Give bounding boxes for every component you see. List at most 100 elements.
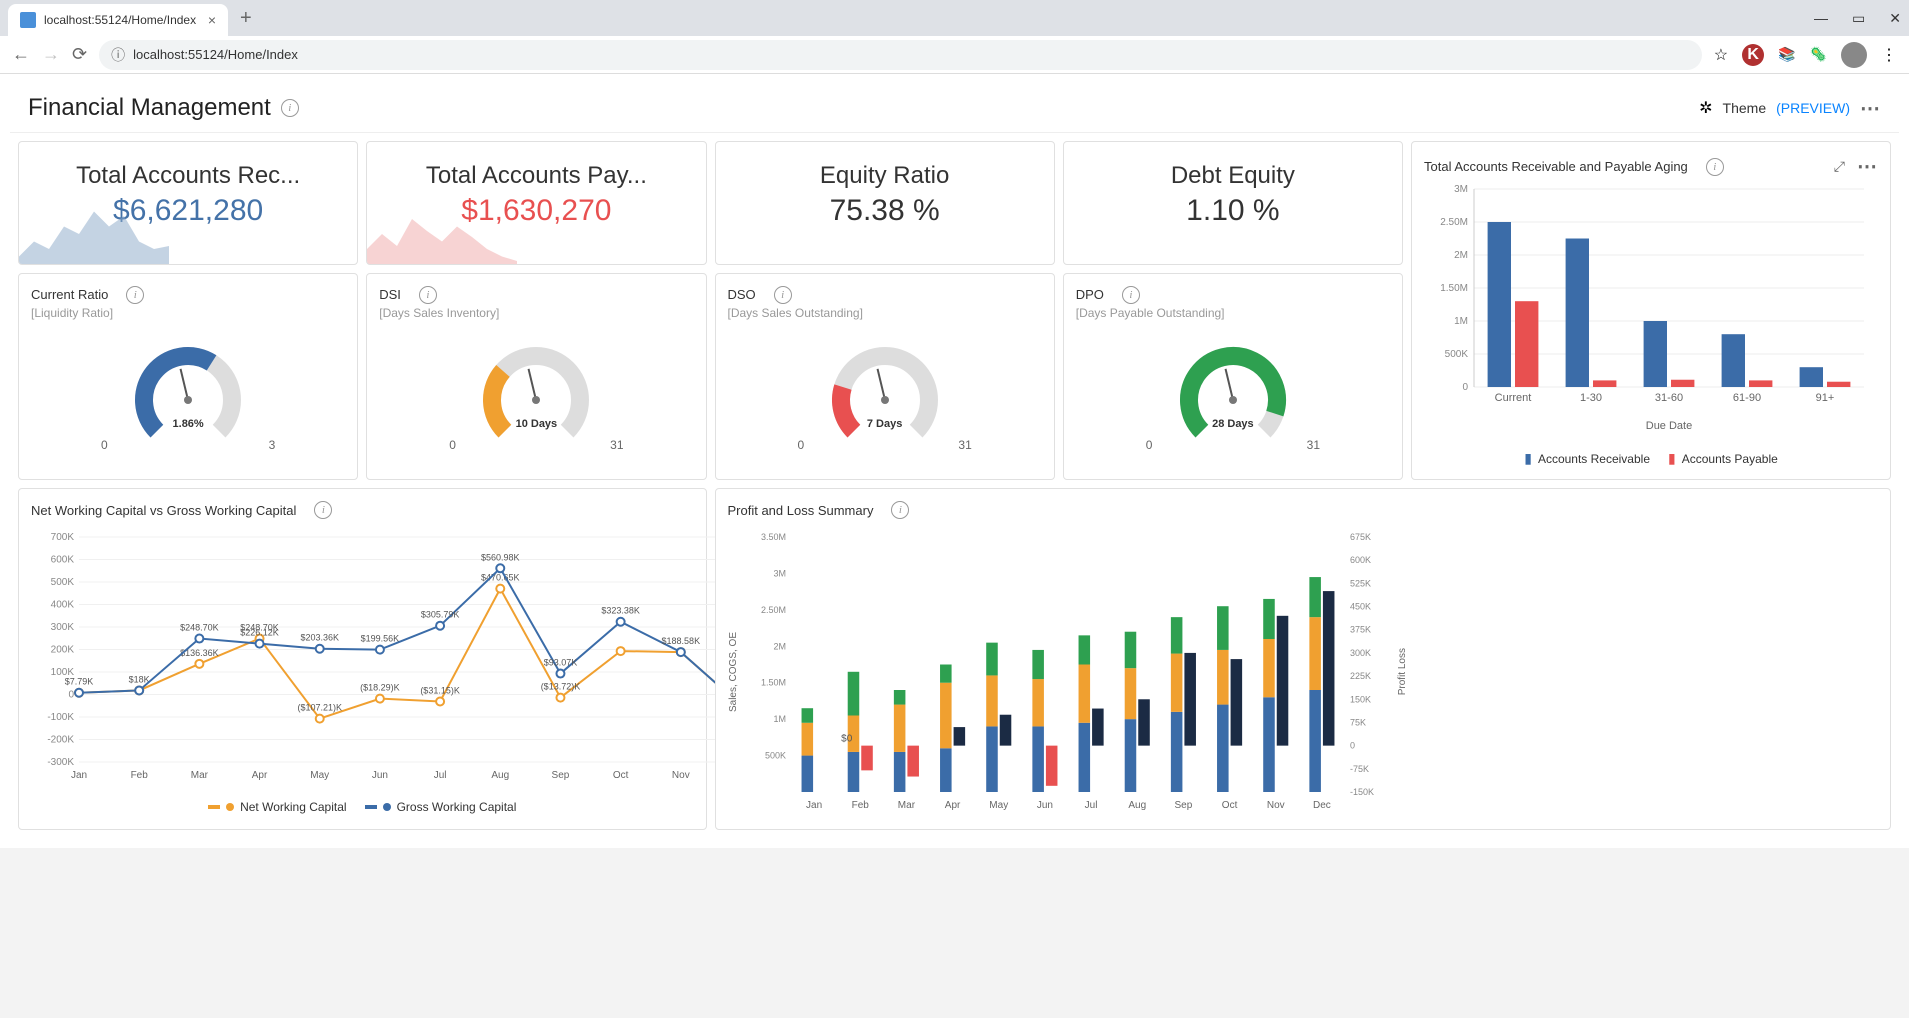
svg-text:0: 0 <box>1350 741 1355 751</box>
kpi-accounts-receivable[interactable]: Total Accounts Rec... $6,621,280 <box>18 141 358 265</box>
svg-text:375K: 375K <box>1350 625 1371 635</box>
kpi-value: 1.10 % <box>1074 194 1392 228</box>
svg-text:1M: 1M <box>1454 316 1468 327</box>
info-icon[interactable]: i <box>891 501 909 519</box>
legend-gwc: Gross Working Capital <box>365 800 517 814</box>
theme-gear-icon[interactable]: ✲ <box>1699 98 1712 118</box>
svg-text:2.50M: 2.50M <box>760 605 785 615</box>
svg-text:200K: 200K <box>51 645 75 656</box>
pl-ylabel-left: Sales, COGS, OE <box>728 632 739 712</box>
gauge-dsi: DSIi [Days Sales Inventory] 10 Days 031 <box>366 273 706 481</box>
svg-text:Jan: Jan <box>71 770 87 781</box>
info-icon[interactable]: i <box>1706 158 1724 176</box>
gauge-value: 28 Days <box>1076 418 1390 430</box>
info-icon[interactable]: i <box>419 286 437 304</box>
svg-text:Oct: Oct <box>613 770 629 781</box>
svg-text:$203.36K: $203.36K <box>300 633 339 643</box>
svg-text:Feb: Feb <box>131 770 149 781</box>
svg-text:Sep: Sep <box>1174 800 1192 811</box>
svg-text:450K: 450K <box>1350 602 1371 612</box>
info-icon[interactable]: i <box>126 286 144 304</box>
svg-text:$323.38K: $323.38K <box>601 606 640 616</box>
sparkline-ar <box>19 204 169 264</box>
svg-text:-150K: -150K <box>1350 787 1374 797</box>
svg-text:600K: 600K <box>1350 555 1371 565</box>
svg-text:-300K: -300K <box>47 757 74 768</box>
maximize-icon[interactable]: ▭ <box>1852 10 1865 27</box>
profile-avatar[interactable] <box>1841 42 1867 68</box>
svg-text:Jul: Jul <box>1084 800 1097 811</box>
more-options-icon[interactable]: ⋯ <box>1860 96 1881 121</box>
extension-k-icon[interactable]: K <box>1742 44 1764 66</box>
info-icon[interactable]: i <box>1122 286 1140 304</box>
browser-tab-strip: localhost:55124/Home/Index × + — ▭ ✕ <box>0 0 1909 36</box>
gauge-value: 10 Days <box>379 418 693 430</box>
info-icon[interactable]: i <box>281 99 299 117</box>
extension-icon-2[interactable]: 🦠 <box>1810 46 1827 63</box>
gauge-svg <box>825 340 945 460</box>
site-info-icon[interactable]: ⓘ <box>111 45 125 65</box>
working-capital-chart: -300K-200K-100K0100K200K300K400K500K600K… <box>31 527 751 787</box>
svg-text:-75K: -75K <box>1350 764 1369 774</box>
expand-icon[interactable]: ⤢ <box>1834 158 1845 175</box>
svg-text:($18.29)K: ($18.29)K <box>360 683 400 693</box>
favicon-icon <box>20 12 36 28</box>
back-icon[interactable]: ← <box>12 44 30 65</box>
svg-text:675K: 675K <box>1350 532 1371 542</box>
svg-text:0: 0 <box>68 690 74 701</box>
aging-title: Total Accounts Receivable and Payable Ag… <box>1424 159 1688 174</box>
forward-icon[interactable]: → <box>42 44 60 65</box>
legend-ap: ▮Accounts Payable <box>1668 450 1778 467</box>
svg-text:Jan: Jan <box>806 800 822 811</box>
gauge-svg <box>1173 340 1293 460</box>
kpi-debt-equity[interactable]: Debt Equity 1.10 % <box>1063 141 1403 265</box>
svg-text:Nov: Nov <box>1266 800 1284 811</box>
url-input[interactable]: ⓘ localhost:55124/Home/Index <box>99 40 1702 70</box>
svg-text:Jun: Jun <box>372 770 388 781</box>
svg-text:$226.12K: $226.12K <box>240 628 279 638</box>
svg-text:1M: 1M <box>773 714 786 724</box>
svg-text:75K: 75K <box>1350 717 1366 727</box>
bookmark-icon[interactable]: ☆ <box>1714 45 1728 65</box>
svg-text:2.50M: 2.50M <box>1440 217 1468 228</box>
svg-text:Dec: Dec <box>1313 800 1331 811</box>
profit-loss-chart: 500K1M1.50M2M2.50M3M3.50M-150K-75K075K15… <box>743 527 1393 817</box>
svg-text:Jul: Jul <box>434 770 447 781</box>
svg-text:-100K: -100K <box>47 712 74 723</box>
svg-text:($31.15)K: ($31.15)K <box>420 686 460 696</box>
info-icon[interactable]: i <box>314 501 332 519</box>
new-tab-button[interactable]: + <box>240 7 252 30</box>
svg-text:1.50M: 1.50M <box>760 678 785 688</box>
kpi-value: 75.38 % <box>726 194 1044 228</box>
svg-text:1.50M: 1.50M <box>1440 283 1468 294</box>
svg-text:$7.79K: $7.79K <box>65 677 94 687</box>
menu-icon[interactable]: ⋮ <box>1881 45 1897 65</box>
gauge-svg <box>128 340 248 460</box>
kpi-title: Total Accounts Rec... <box>29 162 347 190</box>
more-options-icon[interactable]: ⋯ <box>1857 154 1878 179</box>
svg-text:600K: 600K <box>51 555 75 566</box>
working-capital-panel: Net Working Capital vs Gross Working Cap… <box>18 488 707 830</box>
preview-label: (PREVIEW) <box>1776 100 1850 116</box>
reload-icon[interactable]: ⟳ <box>72 44 87 65</box>
info-icon[interactable]: i <box>774 286 792 304</box>
gauge-dso: DSOi [Days Sales Outstanding] 7 Days 031 <box>715 273 1055 481</box>
aging-chart: 0500K1M1.50M2M2.50M3MCurrent1-3031-6061-… <box>1424 179 1874 437</box>
svg-text:$188.58K: $188.58K <box>662 636 701 646</box>
svg-text:($13.72)K: ($13.72)K <box>541 682 581 692</box>
browser-tab[interactable]: localhost:55124/Home/Index × <box>8 4 228 36</box>
sparkline-ap <box>367 204 517 264</box>
extension-icon-1[interactable]: 📚 <box>1778 46 1795 63</box>
kpi-title: Total Accounts Pay... <box>377 162 695 190</box>
svg-text:300K: 300K <box>1350 648 1371 658</box>
kpi-accounts-payable[interactable]: Total Accounts Pay... $1,630,270 <box>366 141 706 265</box>
kpi-equity-ratio[interactable]: Equity Ratio 75.38 % <box>715 141 1055 265</box>
svg-text:225K: 225K <box>1350 671 1371 681</box>
svg-text:Nov: Nov <box>672 770 690 781</box>
close-window-icon[interactable]: ✕ <box>1889 10 1901 27</box>
svg-text:3M: 3M <box>773 568 786 578</box>
minimize-icon[interactable]: — <box>1814 10 1828 27</box>
tab-close-icon[interactable]: × <box>208 12 216 28</box>
legend-ar: ▮Accounts Receivable <box>1524 450 1650 467</box>
svg-text:1-30: 1-30 <box>1580 392 1602 404</box>
